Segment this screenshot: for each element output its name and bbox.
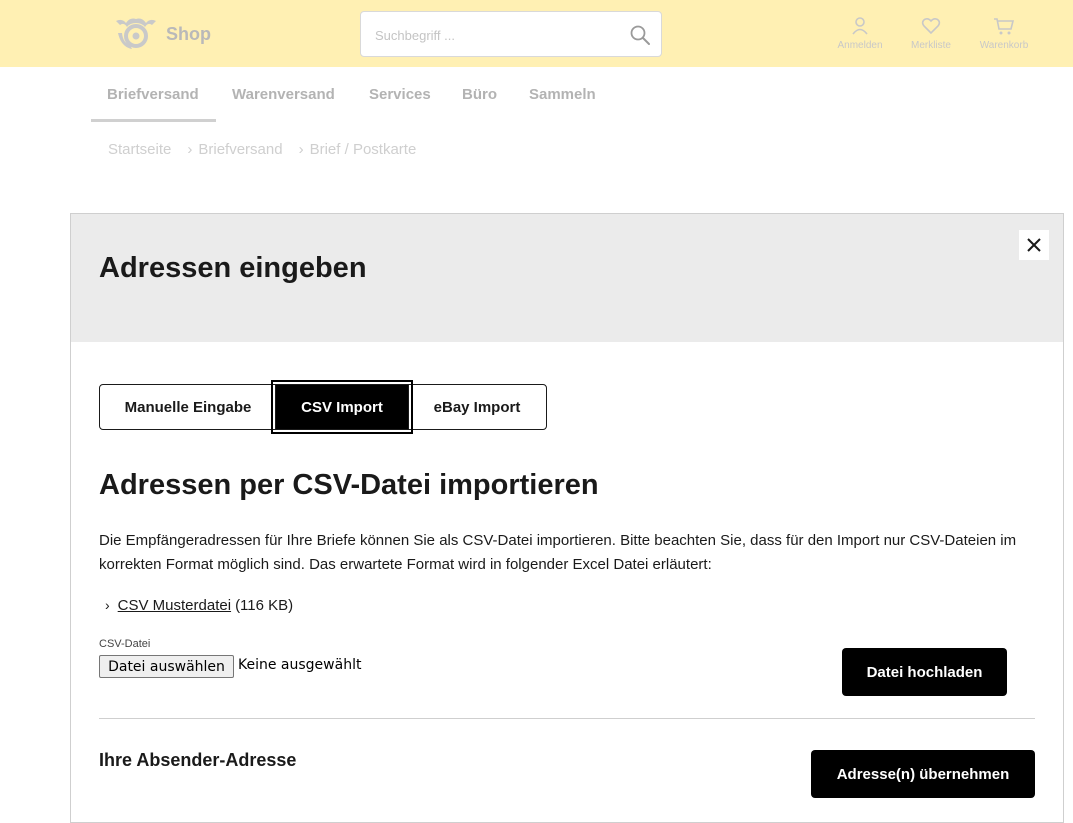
- cart-link[interactable]: Warenkorb: [969, 16, 1039, 51]
- section-title: Adressen per CSV-Datei importieren: [99, 469, 599, 501]
- nav-item-services[interactable]: Services: [369, 86, 431, 103]
- address-modal: Adressen eingeben Manuelle Eingabe eBay …: [70, 213, 1064, 823]
- tab-ebay-import[interactable]: eBay Import: [407, 384, 547, 430]
- search-box: [360, 11, 662, 57]
- sender-address-title: Ihre Absender-Adresse: [99, 750, 297, 770]
- user-icon: [852, 17, 868, 35]
- nav-item-warenversand[interactable]: Warenversand: [232, 86, 335, 103]
- chevron-right-icon: ›: [105, 597, 110, 613]
- search-icon[interactable]: [629, 24, 651, 46]
- csv-sample-file-link[interactable]: CSV Musterdatei: [118, 597, 231, 614]
- close-button[interactable]: [1019, 230, 1049, 260]
- main-nav: Briefversand Warenversand Services Büro …: [0, 67, 1073, 125]
- shop-label[interactable]: Shop: [166, 24, 211, 45]
- tab-csv-import[interactable]: CSV Import: [271, 380, 413, 434]
- modal-title: Adressen eingeben: [99, 252, 367, 284]
- nav-item-briefversand[interactable]: Briefversand: [107, 86, 199, 103]
- file-size: (116 KB): [235, 597, 294, 614]
- accept-addresses-button[interactable]: Adresse(n) übernehmen: [811, 750, 1035, 798]
- heart-icon: [921, 17, 941, 35]
- upload-file-button[interactable]: Datei hochladen: [842, 648, 1007, 696]
- breadcrumb-item-briefversand[interactable]: Briefversand: [198, 141, 282, 158]
- file-status: Keine ausgewählt: [238, 657, 362, 673]
- breadcrumb: Startseite › Briefversand › Brief / Postkart…: [108, 141, 422, 158]
- sample-file-row: › CSV Musterdatei (116 KB): [105, 597, 293, 614]
- nav-item-sammeln[interactable]: Sammeln: [529, 86, 596, 103]
- import-description: Die Empfängeradressen für Ihre Briefe kö…: [99, 532, 1017, 573]
- login-link[interactable]: Anmelden: [825, 16, 895, 51]
- breadcrumb-item-current: Brief / Postkarte: [309, 141, 417, 158]
- chevron-right-icon: ›: [187, 141, 193, 158]
- tab-manual-entry[interactable]: Manuelle Eingabe: [99, 384, 277, 430]
- login-label: Anmelden: [837, 40, 883, 51]
- csv-file-label: CSV-Datei: [99, 638, 151, 650]
- site-header: Shop Anmelden Merkliste Warenkorb: [0, 0, 1073, 67]
- cart-label: Warenkorb: [979, 40, 1029, 51]
- choose-file-button[interactable]: Datei auswählen: [99, 655, 234, 678]
- nav-active-indicator: [91, 119, 216, 122]
- close-icon: [1027, 238, 1041, 252]
- wishlist-link[interactable]: Merkliste: [896, 16, 966, 51]
- post-horn-logo-icon[interactable]: [112, 15, 160, 53]
- search-input[interactable]: [375, 25, 615, 45]
- divider: [99, 718, 1035, 719]
- wishlist-label: Merkliste: [910, 40, 951, 51]
- cart-icon: [994, 18, 1015, 35]
- modal-header: Adressen eingeben: [71, 214, 1063, 342]
- nav-item-buero[interactable]: Büro: [462, 86, 497, 103]
- breadcrumb-item-home[interactable]: Startseite: [108, 141, 171, 158]
- chevron-right-icon: ›: [298, 141, 304, 158]
